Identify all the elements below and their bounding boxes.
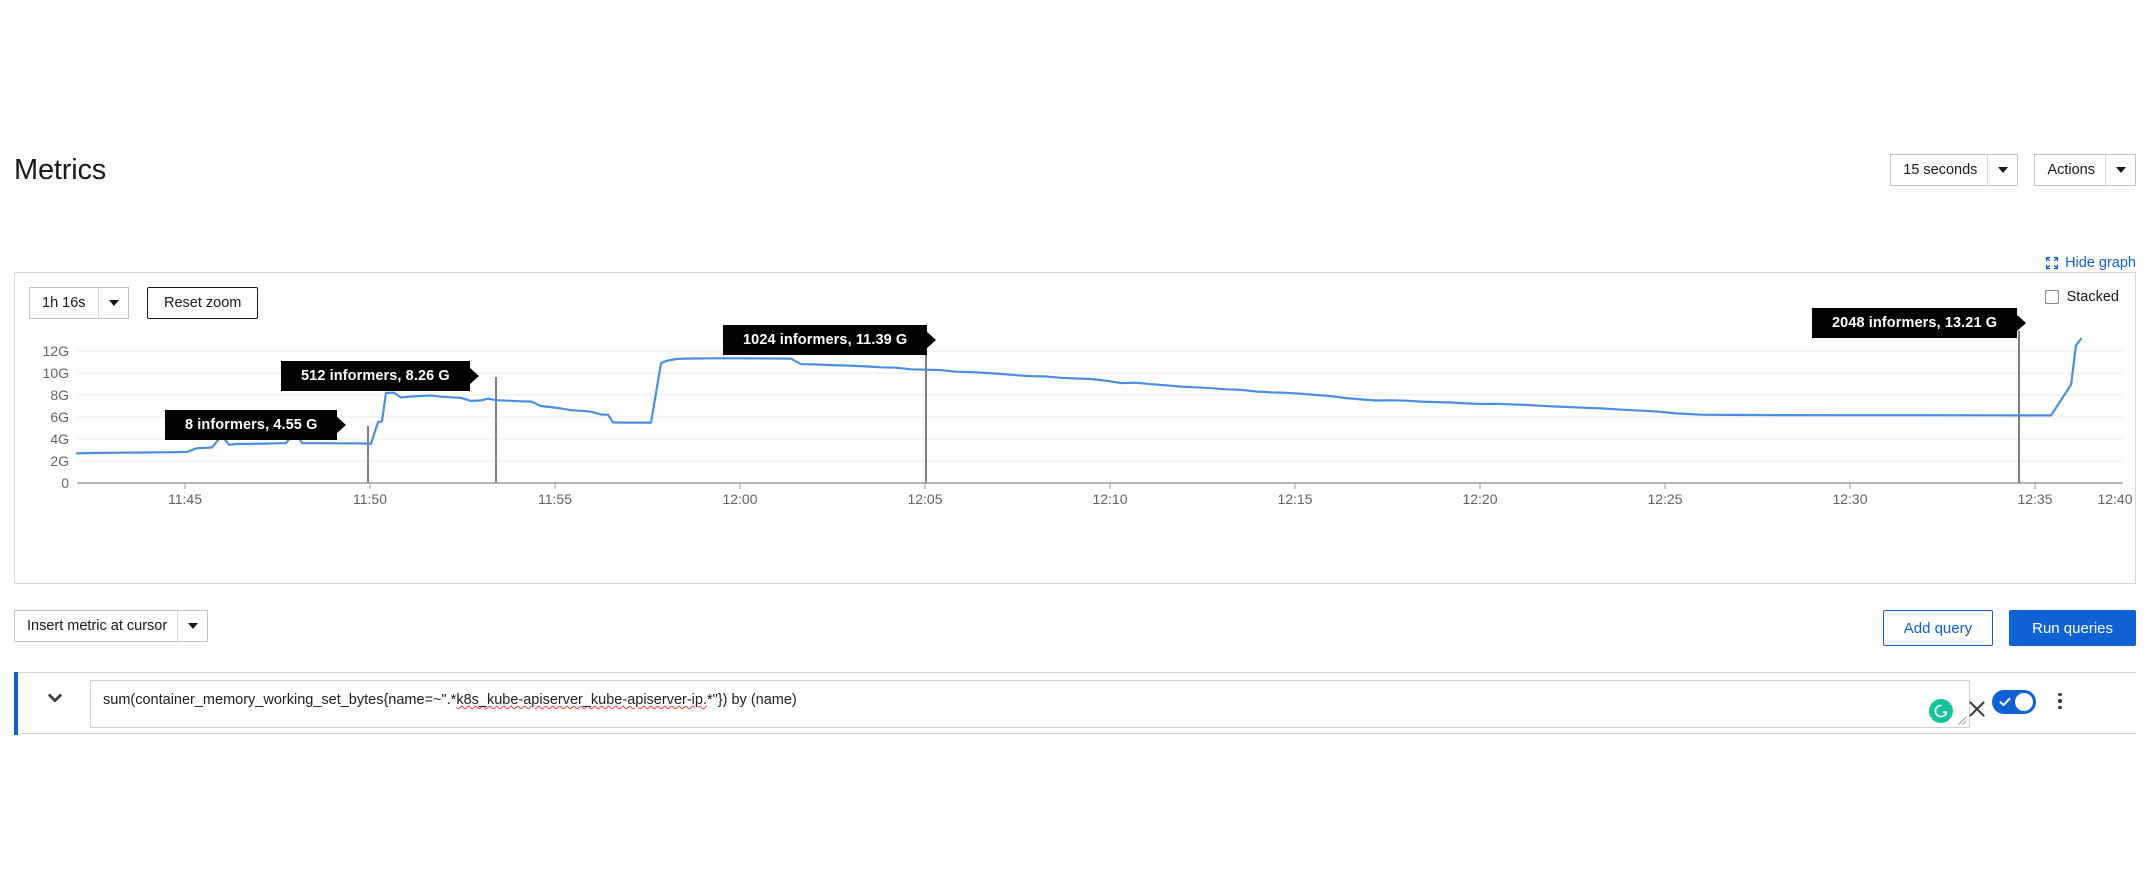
annotation-flag-512-informers: 512 informers, 8.26 G — [281, 361, 470, 391]
query-action-buttons: Add query Run queries — [1883, 610, 2136, 646]
svg-text:11:55: 11:55 — [538, 491, 572, 507]
run-queries-button[interactable]: Run queries — [2009, 610, 2136, 646]
header-controls: 15 seconds Actions — [1890, 154, 2136, 186]
query-expression-text: sum(container_memory_working_set_bytes{n… — [103, 692, 797, 708]
query-enabled-toggle[interactable] — [1992, 690, 2036, 714]
query-collapse-toggle[interactable] — [42, 687, 68, 713]
svg-text:12:00: 12:00 — [722, 491, 757, 507]
query-active-accent-bar — [14, 672, 18, 735]
stacked-label: Stacked — [2067, 289, 2119, 305]
query-suffix: *"}) by (name) — [707, 692, 797, 708]
svg-text:6G: 6G — [50, 409, 69, 425]
hide-graph-link[interactable]: Hide graph — [2045, 255, 2136, 271]
time-range-select[interactable]: 1h 16s — [29, 287, 129, 319]
svg-text:11:50: 11:50 — [353, 491, 387, 507]
chart-x-tick-labels: 11:45 11:50 11:55 12:00 12:05 12:10 12:1… — [168, 491, 2133, 507]
svg-text:12:10: 12:10 — [1092, 491, 1127, 507]
svg-text:12:40: 12:40 — [2097, 491, 2132, 507]
svg-text:12G: 12G — [43, 343, 69, 359]
close-icon[interactable] — [1965, 697, 1989, 721]
stacked-option: Stacked — [2045, 289, 2119, 305]
expand-collapse-icon — [2045, 256, 2059, 270]
graph-toolbar: 1h 16s Reset zoom — [29, 287, 258, 319]
annotation-flag-2048-informers: 2048 informers, 13.21 G — [1812, 308, 2017, 338]
annotation-flag-label: 1024 informers, 11.39 G — [743, 332, 907, 348]
toggle-knob — [2015, 693, 2033, 711]
chart-y-tick-labels: 12G 10G 8G 6G 4G 2G 0 — [43, 343, 70, 491]
chevron-down-icon — [1987, 155, 2017, 185]
query-prefix: sum(container_memory_working_set_bytes{n… — [103, 692, 456, 708]
actions-label: Actions — [2035, 162, 2105, 178]
chevron-down-icon — [177, 611, 207, 641]
chevron-down-icon — [98, 288, 128, 318]
kebab-menu-icon[interactable] — [2050, 689, 2070, 713]
insert-metric-label: Insert metric at cursor — [15, 618, 177, 634]
svg-text:0: 0 — [61, 475, 69, 491]
svg-text:2G: 2G — [50, 453, 69, 469]
annotation-flag-8-informers: 8 informers, 4.55 G — [165, 410, 337, 440]
query-controls: Insert metric at cursor Add query Run qu… — [14, 610, 2136, 650]
query-misspelled-span: k8s_kube-apiserver_kube-apiserver-ip. — [456, 692, 707, 708]
svg-text:12:20: 12:20 — [1462, 491, 1497, 507]
chart-x-ticks — [185, 483, 2035, 489]
svg-text:12:35: 12:35 — [2017, 491, 2052, 507]
insert-metric-select[interactable]: Insert metric at cursor — [14, 610, 208, 642]
svg-text:10G: 10G — [43, 365, 69, 381]
page-title: Metrics — [14, 156, 106, 185]
annotation-flag-label: 2048 informers, 13.21 G — [1832, 315, 1997, 331]
svg-text:12:15: 12:15 — [1277, 491, 1312, 507]
svg-text:11:45: 11:45 — [168, 491, 202, 507]
actions-select[interactable]: Actions — [2034, 154, 2136, 186]
chart-annotation-markers — [368, 331, 2019, 483]
metrics-chart[interactable]: 12G 10G 8G 6G 4G 2G 0 — [15, 331, 2137, 583]
annotation-flag-label: 8 informers, 4.55 G — [185, 417, 317, 433]
reset-zoom-button[interactable]: Reset zoom — [147, 287, 258, 319]
grammarly-icon[interactable] — [1929, 699, 1953, 723]
graph-panel: 1h 16s Reset zoom Stacked — [14, 272, 2136, 584]
hide-graph-label: Hide graph — [2065, 255, 2136, 271]
stacked-checkbox[interactable] — [2045, 290, 2059, 304]
metrics-page: Metrics 15 seconds Actions Hide graph — [0, 0, 2150, 895]
svg-text:8G: 8G — [50, 387, 69, 403]
page-header: Metrics 15 seconds Actions — [0, 140, 2150, 200]
chart-series-line — [77, 339, 2081, 453]
chevron-down-icon — [2105, 155, 2135, 185]
svg-text:12:25: 12:25 — [1647, 491, 1682, 507]
chevron-down-icon — [44, 687, 66, 714]
resize-handle-icon[interactable] — [1958, 716, 1967, 725]
add-query-button[interactable]: Add query — [1883, 610, 1993, 646]
svg-text:4G: 4G — [50, 431, 69, 447]
query-input[interactable]: sum(container_memory_working_set_bytes{n… — [90, 680, 1970, 728]
svg-text:12:30: 12:30 — [1832, 491, 1867, 507]
annotation-flag-1024-informers: 1024 informers, 11.39 G — [723, 325, 927, 355]
annotation-flag-label: 512 informers, 8.26 G — [301, 368, 450, 384]
refresh-interval-select[interactable]: 15 seconds — [1890, 154, 2018, 186]
query-row: sum(container_memory_working_set_bytes{n… — [14, 672, 2136, 734]
refresh-interval-label: 15 seconds — [1891, 162, 1987, 178]
time-range-label: 1h 16s — [30, 295, 96, 311]
check-icon — [1999, 696, 2011, 708]
svg-text:12:05: 12:05 — [907, 491, 942, 507]
